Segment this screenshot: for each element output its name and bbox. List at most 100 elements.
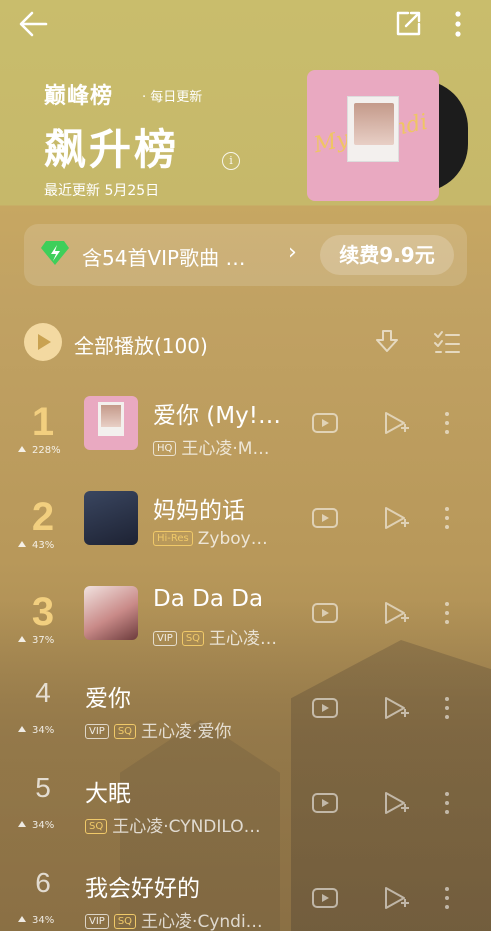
song-meta: HQ 王心凌·M…	[153, 434, 269, 459]
trend-value: 43%	[32, 540, 55, 551]
rank-number: 1	[31, 400, 55, 444]
song-thumbnail	[84, 396, 138, 450]
last-updated: 最近更新 5月25日	[44, 183, 160, 199]
vip-diamond-icon	[40, 239, 70, 267]
song-meta: VIP SQ 王心凌·Cyndi…	[85, 907, 263, 931]
add-to-playlist-icon[interactable]	[380, 503, 410, 533]
rank-number: 3	[31, 590, 55, 634]
trend-up-icon	[18, 821, 26, 827]
more-vertical-icon[interactable]	[440, 884, 454, 912]
play-icon	[38, 334, 51, 350]
rank-trend: 34%	[18, 915, 54, 926]
song-title: 爱你	[85, 686, 131, 712]
add-to-playlist-icon[interactable]	[380, 598, 410, 628]
quality-badge: SQ	[113, 724, 137, 739]
song-artist: 王心凌·CYNDILO…	[112, 817, 261, 837]
song-row[interactable]: 5 34% 大眠 SQ 王心凌·CYNDILO…	[0, 756, 491, 851]
chart-cover-art: My! Cyndi	[307, 70, 439, 201]
song-row[interactable]: 4 34% 爱你 VIP SQ 王心凌·爱你	[0, 661, 491, 756]
trend-value: 34%	[32, 820, 55, 831]
quality-badge: SQ	[113, 914, 137, 929]
mv-icon[interactable]	[310, 408, 340, 438]
trend-value: 34%	[32, 725, 55, 736]
add-to-playlist-icon[interactable]	[380, 883, 410, 913]
more-vertical-icon[interactable]	[440, 789, 454, 817]
mv-icon[interactable]	[310, 598, 340, 628]
song-title: 我会好好的	[85, 876, 200, 902]
download-icon[interactable]	[372, 327, 402, 357]
quality-badge: SQ	[181, 631, 205, 646]
share-icon[interactable]	[390, 6, 426, 42]
chart-brand: 巅峰榜	[44, 84, 114, 109]
rank-number: 6	[35, 867, 51, 898]
trend-up-icon	[18, 726, 26, 732]
more-vertical-icon[interactable]	[440, 409, 454, 437]
update-frequency: · 每日更新	[142, 90, 203, 105]
song-artist: Zyboy…	[197, 529, 268, 549]
vip-badge: VIP	[85, 724, 109, 739]
trend-up-icon	[18, 541, 26, 547]
mv-icon[interactable]	[310, 503, 340, 533]
vip-badge: VIP	[153, 631, 177, 646]
page-title: 飙升榜	[44, 125, 180, 174]
top-bar	[0, 0, 491, 50]
more-vertical-icon[interactable]	[440, 599, 454, 627]
rank-trend: 34%	[18, 820, 54, 831]
song-artist: 王心凌…	[209, 629, 278, 649]
play-all-label[interactable]: 全部播放(100)	[74, 330, 208, 359]
rank-trend: 43%	[18, 540, 54, 551]
song-meta: VIP SQ 王心凌…	[153, 624, 277, 649]
song-meta: VIP SQ 王心凌·爱你	[85, 717, 231, 742]
vip-songs-text: 含54首VIP歌曲 …	[82, 246, 246, 270]
song-meta: Hi-Res Zyboy…	[153, 529, 268, 549]
song-title: 妈妈的话	[153, 498, 245, 524]
song-title: Da Da Da	[153, 586, 264, 612]
more-vertical-icon[interactable]	[440, 504, 454, 532]
renew-vip-button[interactable]: 续费9.9元	[320, 235, 454, 275]
rank-trend: 34%	[18, 725, 54, 736]
add-to-playlist-icon[interactable]	[380, 693, 410, 723]
trend-up-icon	[18, 636, 26, 642]
song-artist: 王心凌·Cyndi…	[141, 912, 263, 931]
thumbnail-portrait	[101, 405, 121, 427]
vip-badge: VIP	[85, 914, 109, 929]
vip-banner[interactable]: 含54首VIP歌曲 … › 续费9.9元	[24, 224, 467, 286]
trend-up-icon	[18, 446, 26, 452]
trend-value: 34%	[32, 915, 55, 926]
more-vertical-icon[interactable]	[440, 694, 454, 722]
cover-photo	[347, 96, 399, 162]
quality-badge: SQ	[85, 819, 108, 834]
trend-up-icon	[18, 916, 26, 922]
multi-select-icon[interactable]	[432, 327, 462, 357]
song-row[interactable]: 3 37% Da Da Da VIP SQ 王心凌…	[0, 566, 491, 661]
song-row[interactable]: 6 34% 我会好好的 VIP SQ 王心凌·Cyndi…	[0, 851, 491, 931]
rank-number: 4	[35, 677, 51, 708]
song-title: 大眠	[85, 781, 131, 807]
quality-badge: Hi-Res	[153, 531, 193, 546]
song-meta: SQ 王心凌·CYNDILO…	[85, 812, 261, 837]
song-row[interactable]: 2 43% 妈妈的话 Hi-Res Zyboy…	[0, 471, 491, 566]
rank-trend: 37%	[18, 635, 54, 646]
trend-value: 37%	[32, 635, 55, 646]
trend-value: 228%	[32, 445, 61, 456]
song-row[interactable]: 1 228% 爱你 (My!… HQ 王心凌·M…	[0, 376, 491, 471]
play-all-button[interactable]	[24, 323, 62, 361]
song-artist: 王心凌·爱你	[141, 722, 232, 742]
back-arrow-icon[interactable]	[16, 8, 52, 40]
add-to-playlist-icon[interactable]	[380, 408, 410, 438]
more-vertical-icon[interactable]	[446, 6, 470, 42]
rank-number: 2	[31, 495, 55, 539]
song-thumbnail	[84, 586, 138, 640]
info-icon[interactable]: i	[222, 152, 240, 170]
mv-icon[interactable]	[310, 883, 340, 913]
mv-icon[interactable]	[310, 788, 340, 818]
rank-number: 5	[35, 772, 51, 803]
chevron-right-icon: ›	[288, 240, 297, 265]
song-title: 爱你 (My!…	[153, 403, 281, 429]
rank-trend: 228%	[18, 445, 61, 456]
add-to-playlist-icon[interactable]	[380, 788, 410, 818]
cover-portrait	[354, 103, 394, 145]
thumbnail-photo	[98, 402, 124, 436]
song-thumbnail	[84, 491, 138, 545]
mv-icon[interactable]	[310, 693, 340, 723]
